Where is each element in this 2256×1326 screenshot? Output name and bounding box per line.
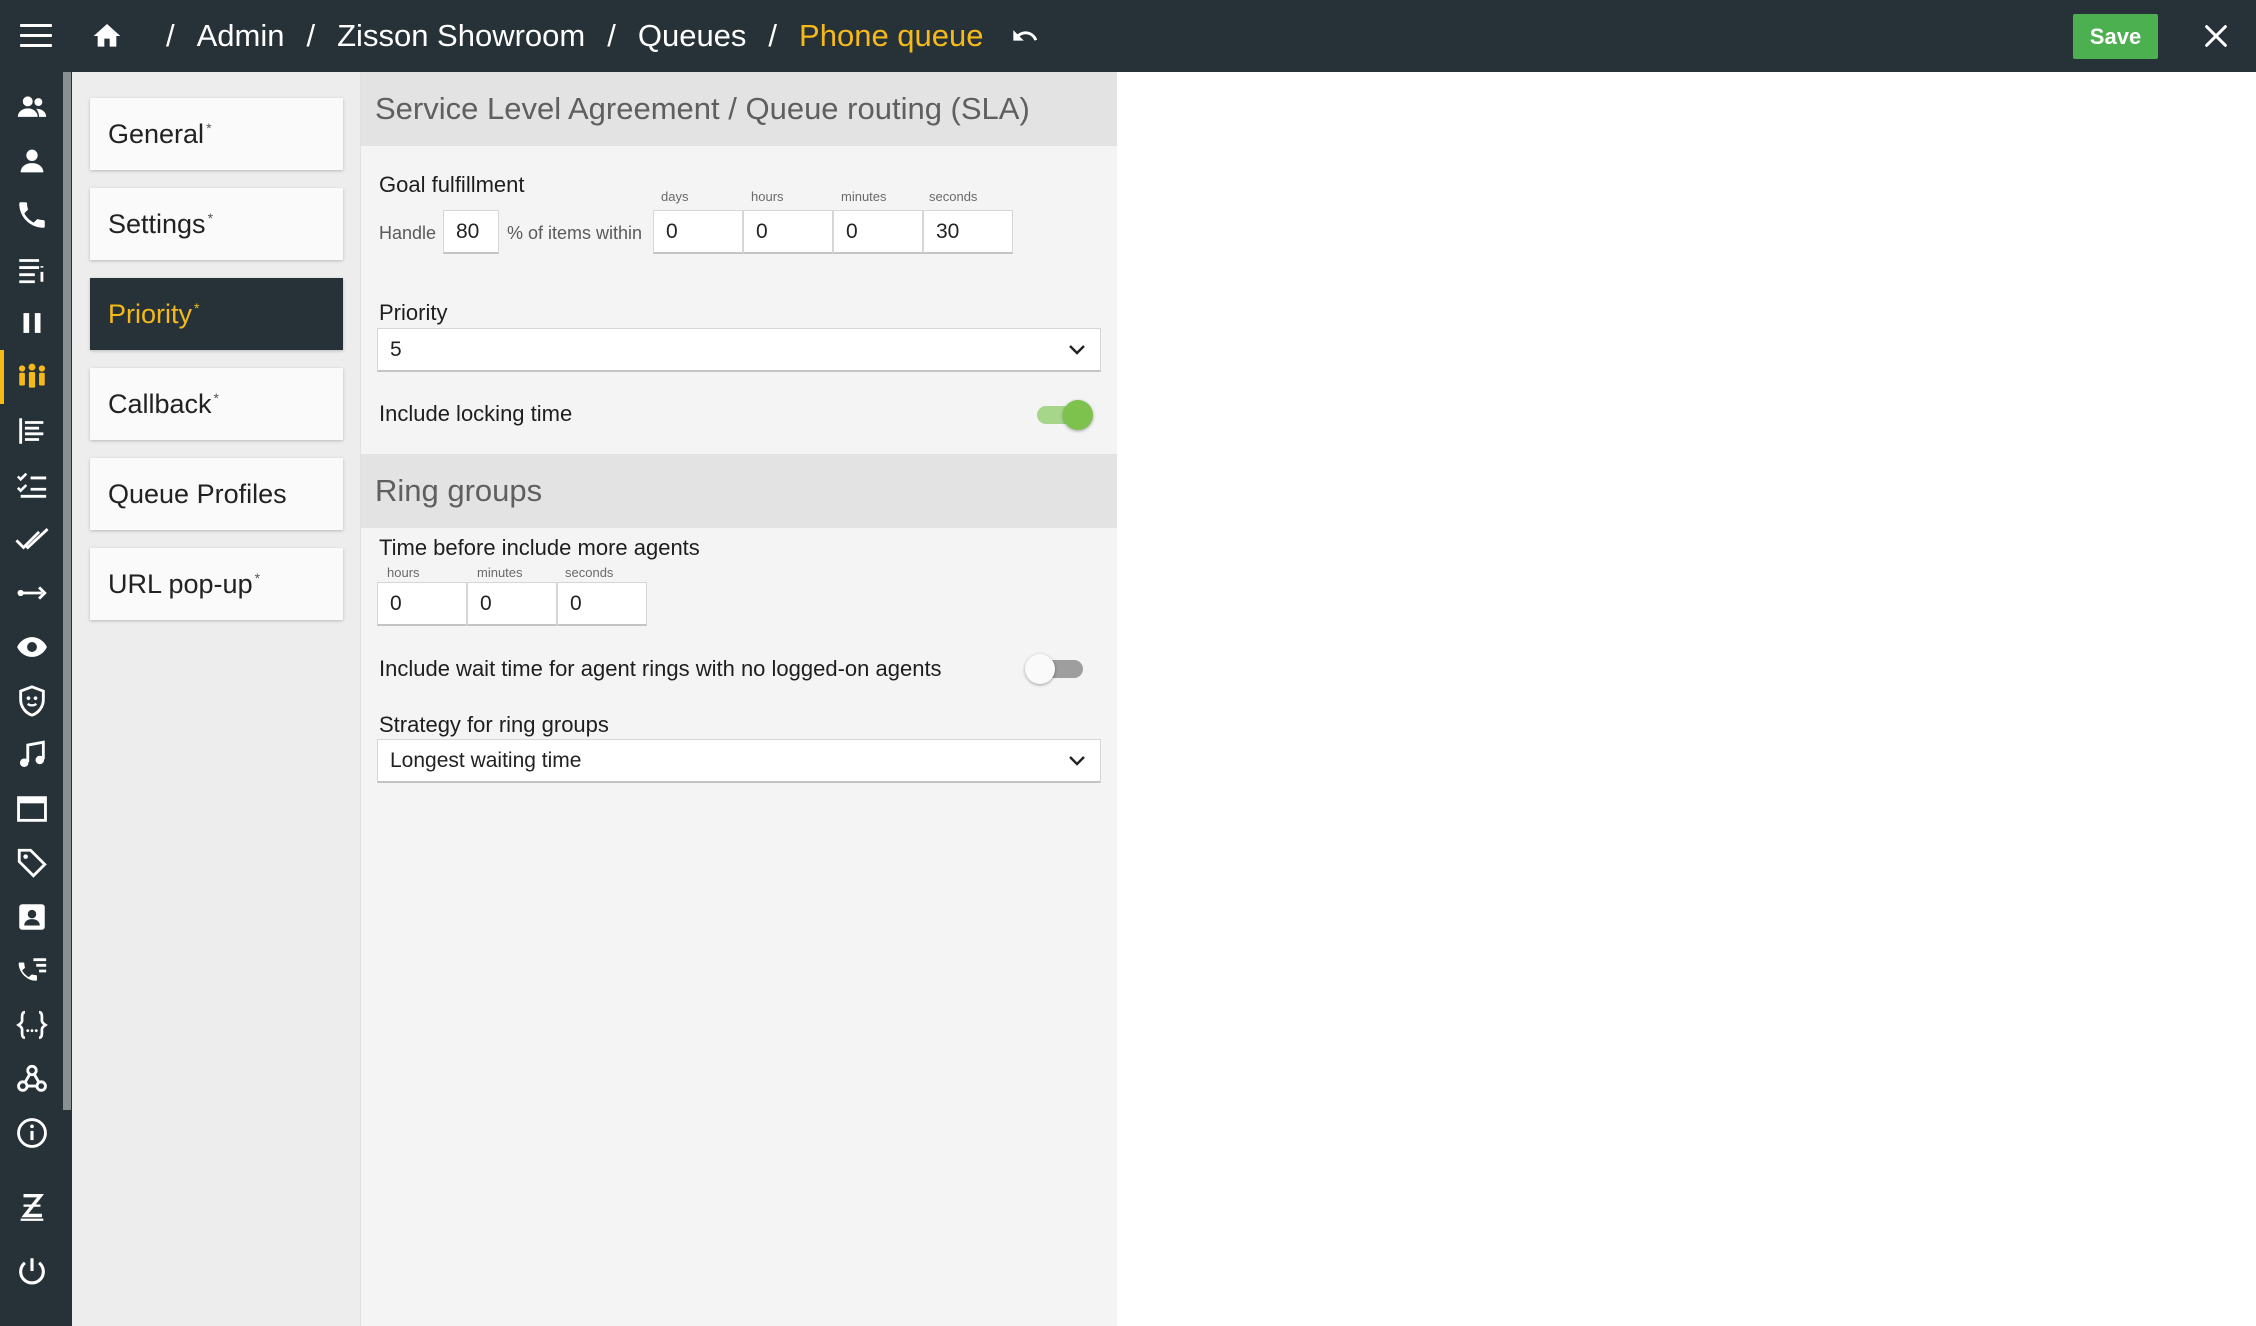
power-icon[interactable] [0, 1244, 63, 1298]
breadcrumb: / Admin / Zisson Showroom / Queues / Pho… [144, 0, 1042, 72]
ring-minutes-input[interactable]: 0 [467, 582, 557, 626]
sub-navigation: General * Settings * Priority * Callback * Q… [72, 72, 360, 1326]
music-note-icon[interactable] [0, 728, 63, 782]
window-icon[interactable] [0, 782, 63, 836]
goal-fulfillment-label: Goal fulfillment [379, 172, 525, 197]
minutes-unit-label: minutes [841, 189, 887, 204]
chevron-down-icon [1069, 345, 1085, 355]
ring-groups-section-header: Ring groups [361, 454, 1117, 528]
strategy-selected-value: Longest waiting time [390, 749, 582, 772]
breadcrumb-separator: / [166, 18, 175, 53]
subnav-item-label: URL pop-up [108, 568, 253, 599]
contact-card-icon[interactable] [0, 890, 63, 944]
breadcrumb-separator: / [768, 18, 778, 53]
close-icon[interactable] [2202, 22, 2230, 50]
time-before-label: Time before include more agents [379, 535, 700, 560]
rail-scrollbar[interactable] [63, 72, 71, 1110]
subnav-item-label: Priority [108, 298, 193, 329]
subnav-item-label: General [108, 118, 205, 149]
icon-rail [0, 72, 72, 1326]
undo-icon[interactable] [1008, 22, 1042, 50]
wait-time-toggle[interactable] [1025, 650, 1087, 686]
checklist-icon[interactable] [0, 458, 63, 512]
modified-marker: * [194, 300, 200, 316]
priority-select[interactable]: 5 [377, 328, 1101, 372]
user-icon[interactable] [0, 134, 63, 188]
shield-mask-icon[interactable] [0, 674, 63, 728]
wait-time-label: Include wait time for agent rings with n… [379, 656, 942, 681]
breadcrumb-admin[interactable]: Admin [197, 18, 285, 54]
queue-people-icon[interactable] [0, 350, 63, 404]
list-icon[interactable] [0, 242, 63, 296]
breadcrumb-queues[interactable]: Queues [638, 18, 747, 54]
subnav-item-settings[interactable]: Settings * [90, 188, 343, 260]
code-braces-icon[interactable] [0, 998, 63, 1052]
pause-icon[interactable] [0, 296, 63, 350]
hours-unit-label: hours [387, 565, 420, 580]
locking-time-label: Include locking time [379, 401, 573, 426]
top-bar: / Admin / Zisson Showroom / Queues / Pho… [0, 0, 2256, 72]
ring-seconds-input[interactable]: 0 [557, 582, 647, 626]
call-list-icon[interactable] [0, 944, 63, 998]
users-group-icon[interactable] [0, 80, 63, 134]
strategy-select[interactable]: Longest waiting time [377, 739, 1101, 783]
sla-hours-input[interactable]: 0 [743, 210, 833, 254]
report-list-icon[interactable] [0, 404, 63, 458]
seconds-unit-label: seconds [565, 565, 614, 580]
zisson-logo-icon[interactable] [0, 1180, 63, 1234]
sla-days-input[interactable]: 0 [653, 210, 743, 254]
settings-panel: Service Level Agreement / Queue routing … [360, 72, 1118, 1326]
sla-section-header: Service Level Agreement / Queue routing … [361, 72, 1117, 146]
subnav-item-queue-profiles[interactable]: Queue Profiles [90, 458, 343, 530]
chevron-down-icon [1069, 756, 1085, 766]
phone-icon[interactable] [0, 188, 63, 242]
subnav-item-general[interactable]: General * [90, 98, 343, 170]
strategy-label: Strategy for ring groups [379, 712, 609, 737]
tags-icon[interactable] [0, 836, 63, 890]
days-unit-label: days [661, 189, 689, 204]
subnav-item-label: Settings [108, 208, 206, 239]
content-area [1117, 72, 2256, 1326]
save-button[interactable]: Save [2073, 14, 2158, 59]
subnav-item-callback[interactable]: Callback * [90, 368, 343, 440]
eye-icon[interactable] [0, 620, 63, 674]
ring-hours-input[interactable]: 0 [377, 582, 467, 626]
info-icon[interactable] [0, 1106, 63, 1160]
breadcrumb-zisson-showroom[interactable]: Zisson Showroom [337, 18, 585, 54]
hours-unit-label: hours [751, 189, 784, 204]
seconds-unit-label: seconds [929, 189, 978, 204]
subnav-item-label: Callback [108, 388, 212, 419]
sla-seconds-input[interactable]: 30 [923, 210, 1013, 254]
subnav-item-label: Queue Profiles [108, 478, 287, 509]
sla-percent-input[interactable]: 80 [443, 210, 499, 254]
modified-marker: * [207, 210, 214, 226]
toggle-knob [1063, 400, 1093, 430]
priority-label: Priority [379, 300, 448, 325]
modified-marker: * [213, 390, 219, 406]
double-check-icon[interactable] [0, 512, 63, 566]
toggle-knob [1025, 654, 1055, 684]
home-icon[interactable] [90, 20, 124, 52]
modified-marker: * [254, 570, 261, 586]
handle-label: Handle [379, 223, 437, 243]
minutes-unit-label: minutes [477, 565, 523, 580]
modified-marker: * [206, 120, 212, 136]
items-within-label: % of items within [507, 223, 643, 243]
subnav-item-priority[interactable]: Priority * [90, 278, 343, 350]
breadcrumb-separator: / [306, 18, 316, 53]
hamburger-menu-icon[interactable] [20, 24, 52, 48]
breadcrumb-separator: / [607, 18, 616, 53]
arrow-connect-icon[interactable] [0, 566, 63, 620]
locking-time-toggle[interactable] [1033, 396, 1095, 432]
breadcrumb-current-page: Phone queue [799, 18, 984, 53]
sla-minutes-input[interactable]: 0 [833, 210, 923, 254]
subnav-item-url-popup[interactable]: URL pop-up * [90, 548, 343, 620]
priority-selected-value: 5 [390, 338, 402, 361]
webhook-icon[interactable] [0, 1052, 63, 1106]
